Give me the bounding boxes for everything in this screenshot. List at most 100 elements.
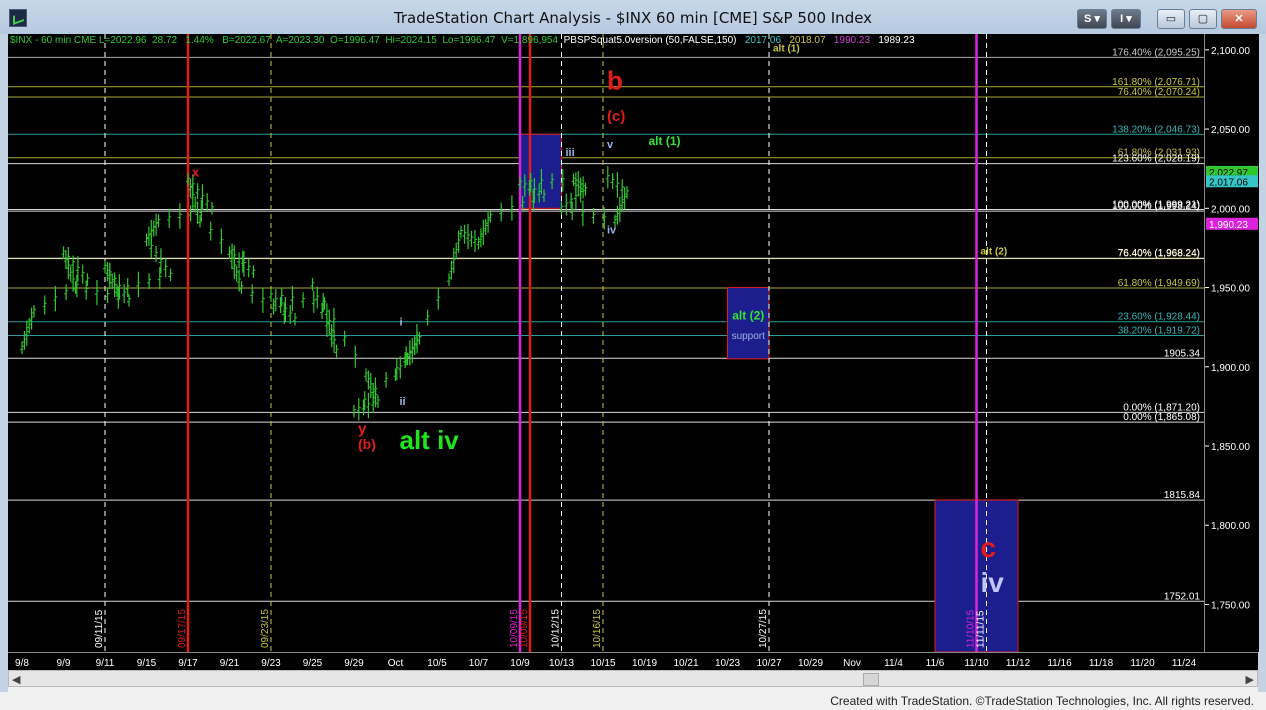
fib-level-label: 1815.84	[1164, 490, 1201, 501]
fib-level-label: 176.40% (2,095.25)	[1112, 47, 1200, 58]
wave-annotation: iv	[607, 225, 617, 237]
pct-change: 1.44%	[185, 35, 214, 46]
time-axis-label: 9/11	[96, 658, 115, 669]
vertical-date-label: 09/17/15	[177, 609, 188, 648]
wave-annotation: (b)	[358, 436, 376, 452]
time-axis-label: 10/19	[632, 658, 657, 669]
time-axis-label: 9/21	[220, 658, 240, 669]
wave-annotation: y	[358, 420, 367, 437]
fib-level-label: 1752.01	[1164, 591, 1201, 602]
fib-level-label: 138.20% (2,046.73)	[1112, 124, 1200, 135]
fib-level-label: 123.60% (2,028.19)	[1112, 154, 1200, 165]
price-chart-svg[interactable]: 176.40% (2,095.25)161.80% (2,076.71)76.4…	[8, 34, 1204, 652]
time-axis-label: 10/29	[798, 658, 823, 669]
time-axis-label: 11/16	[1047, 658, 1072, 669]
fib-level-label: 1905.34	[1164, 348, 1201, 359]
price-axis-label: 2,000.00	[1211, 204, 1250, 215]
scrollbar-thumb[interactable]	[863, 673, 879, 686]
time-axis-label: 11/10	[964, 658, 989, 669]
wave-annotation: iv	[981, 567, 1005, 598]
vertical-date-label: 10/27/15	[758, 609, 769, 648]
indicator-value-3: 1990.23	[833, 35, 871, 46]
time-axis-label: 10/13	[549, 658, 574, 669]
s-menu-button[interactable]: S ▾	[1077, 9, 1107, 29]
wave-annotation: c	[981, 532, 997, 563]
indicator-name: PBSPSquat5.0version (50,FALSE,150)	[563, 35, 737, 46]
vertical-date-label: 11/11/15	[976, 610, 987, 648]
wave-annotation: iii	[566, 147, 575, 159]
credit-text: Created with TradeStation. ©TradeStation…	[830, 694, 1254, 708]
alt-2-support-box	[727, 287, 770, 360]
target-box-title: alt (2)	[732, 309, 764, 323]
b-wave-box	[519, 133, 562, 209]
indicator-value-1: 2017.06	[744, 35, 782, 46]
wave-annotation: alt iv	[400, 425, 460, 455]
bid-price: B=2022.67	[222, 35, 271, 46]
i-menu-button[interactable]: I ▾	[1111, 9, 1141, 29]
vertical-date-label: 10/09/15	[519, 609, 530, 648]
volume: V=1,896,954	[501, 35, 559, 46]
time-axis-label: 10/23	[715, 658, 740, 669]
ask-price: A=2023.30	[275, 35, 325, 46]
price-tag-text: 1,990.23	[1209, 220, 1248, 231]
chart-plot-area[interactable]: 176.40% (2,095.25) 161.80% (2,076.71) 76.4…	[8, 34, 1204, 652]
time-axis-label: Oct	[388, 658, 404, 669]
wave-annotation: (c)	[607, 108, 625, 125]
fib-level-label: 23.60% (1,928.44)	[1118, 312, 1200, 323]
fib-level-label: 38.20% (1,919.72)	[1118, 326, 1200, 337]
time-axis-label: 10/21	[673, 658, 698, 669]
vertical-date-label: 09/23/15	[260, 609, 271, 648]
time-axis-label: 9/25	[303, 658, 323, 669]
price-tag-text: 2,017.06	[1209, 177, 1248, 188]
vertical-date-label: 10/16/15	[592, 609, 603, 648]
time-axis-label: 9/15	[137, 658, 157, 669]
minimize-button[interactable]: ▭	[1157, 9, 1185, 29]
wave-annotation: b	[607, 65, 623, 95]
time-axis-label: Nov	[843, 658, 861, 669]
time-axis-label: 10/9	[510, 658, 530, 669]
wave-annotation: alt (1)	[649, 134, 681, 148]
fib-level-label: 61.80% (1,949.69)	[1118, 278, 1200, 289]
scroll-left-arrow-icon[interactable]: ◀	[12, 673, 20, 686]
wave-annotation: v	[607, 139, 614, 151]
indicator-value-4: 1989.23	[878, 35, 915, 46]
status-bar: Created with TradeStation. ©TradeStation…	[0, 692, 1266, 710]
symbol-info-bar: $INX - 60 min CME L=2022.96 28.72 1.44% …	[10, 35, 915, 46]
vertical-date-label: 09/11/15	[94, 609, 105, 648]
time-axis-label: 10/5	[427, 658, 447, 669]
scroll-right-arrow-icon[interactable]: ▶	[1246, 673, 1254, 686]
price-axis-label: 1,900.00	[1211, 363, 1250, 374]
open-price: O=1996.47	[330, 35, 380, 46]
wave-annotation: ii	[400, 396, 406, 408]
time-axis-label: 9/9	[57, 658, 71, 669]
wave-annotation: x	[192, 165, 200, 180]
time-axis-label: 9/8	[15, 658, 29, 669]
time-axis-label: 11/24	[1172, 658, 1197, 669]
price-axis-label: 1,850.00	[1211, 442, 1250, 453]
fib-level-label: 76.40% (1,968.24)	[1118, 248, 1200, 259]
time-axis[interactable]: 9/8 9/9 9/11 9/15 9/17 9/21 9/23 9/25 9/29 Oct 10/…	[8, 652, 1258, 671]
time-axis-label: 10/15	[590, 658, 615, 669]
horizontal-scrollbar[interactable]: ◀ ▶	[8, 670, 1258, 687]
time-axis-label: 11/6	[926, 658, 945, 669]
maximize-button[interactable]: ▢	[1189, 9, 1217, 29]
indicator-value-2: 2018.07	[789, 35, 826, 46]
time-axis-label: 10/27	[756, 658, 781, 669]
target-box-subtitle: support	[732, 331, 766, 342]
close-button[interactable]: ✕	[1221, 9, 1257, 29]
window-frame-right	[1258, 34, 1266, 692]
price-axis-label: 2,100.00	[1211, 46, 1250, 57]
time-axis-label: 11/20	[1130, 658, 1155, 669]
vertical-date-label: 10/12/15	[551, 609, 562, 648]
price-axis-svg: 2,100.00 2,050.00 2,000.00 1,950.00 1,900.00…	[1205, 46, 1258, 611]
fib-level-label: 76.40% (2,070.24)	[1118, 87, 1200, 98]
price-axis-label: 1,950.00	[1211, 284, 1250, 295]
time-axis-label: 9/17	[178, 658, 198, 669]
fib-level-label: 100.00% (1,999.21)	[1112, 200, 1200, 211]
price-axis[interactable]: 2,100.00 2,050.00 2,000.00 1,950.00 1,900.00…	[1204, 34, 1259, 652]
low-price: Lo=1996.47	[442, 35, 496, 46]
fib-level-label: 0.00% (1,865.08)	[1123, 412, 1200, 423]
price-axis-label: 1,750.00	[1211, 600, 1250, 611]
net-change: 28.72	[152, 35, 178, 46]
wave-annotation: i	[400, 317, 403, 329]
